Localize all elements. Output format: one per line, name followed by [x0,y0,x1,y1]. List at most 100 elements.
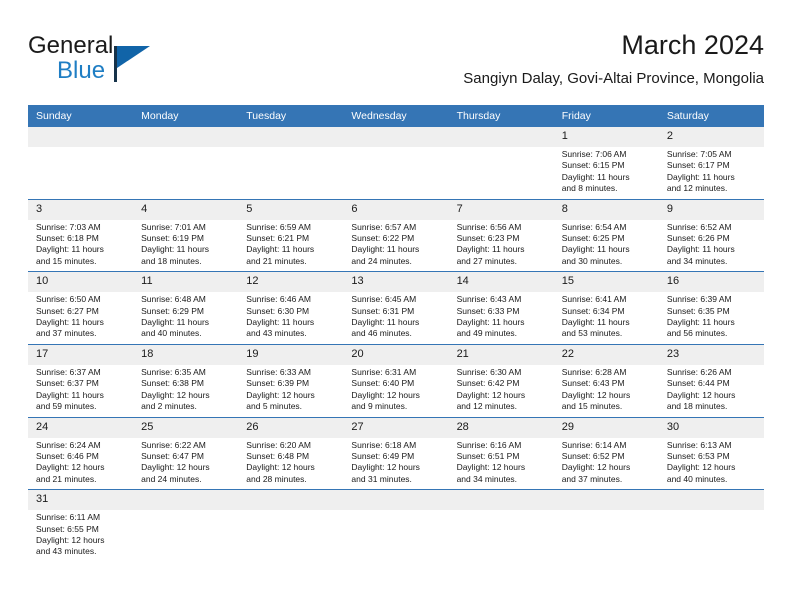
day-number: 6 [343,199,449,220]
sunset-text: Sunset: 6:30 PM [246,305,310,316]
day-details: Sunrise: 7:03 AM Sunset: 6:18 PM Daylight:… [28,220,133,272]
daylight-text-line2: and 31 minutes. [351,473,412,484]
daylight-text-line1: Daylight: 11 hours [456,244,525,255]
calendar-day-cell[interactable]: 11 Sunrise: 6:48 AM Sunset: 6:29 PM Dayligh… [133,271,239,345]
sunrise-text: Sunrise: 7:01 AM [141,221,206,232]
day-number: 22 [553,344,659,365]
calendar-day-cell-empty [28,127,134,199]
day-details: Sunrise: 6:59 AM Sunset: 6:21 PM Daylight:… [238,220,343,272]
sunrise-text: Sunrise: 6:41 AM [561,294,627,305]
calendar-day-cell[interactable]: 26 Sunrise: 6:20 AM Sunset: 6:48 PM Dayligh… [238,416,344,490]
day-number [133,127,239,147]
sunrise-text: Sunrise: 6:46 AM [246,294,312,305]
sunset-text: Sunset: 6:43 PM [561,378,625,389]
calendar-day-cell[interactable]: 22 Sunrise: 6:28 AM Sunset: 6:43 PM Dayligh… [553,343,659,417]
calendar-day-cell[interactable]: 10 Sunrise: 6:50 AM Sunset: 6:27 PM Dayligh… [28,271,134,345]
day-number: 28 [448,417,554,438]
calendar-day-cell-empty [343,489,449,562]
calendar-day-cell[interactable]: 4 Sunrise: 7:01 AM Sunset: 6:19 PM Daylight… [133,198,239,272]
day-details: Sunrise: 6:52 AM Sunset: 6:26 PM Daylight:… [659,220,764,272]
calendar-day-cell[interactable]: 28 Sunrise: 6:16 AM Sunset: 6:51 PM Dayligh… [448,416,554,490]
daylight-text-line2: and 18 minutes. [141,255,202,266]
daylight-text-line2: and 21 minutes. [36,473,97,484]
general-blue-logo[interactable]: General Blue [28,32,248,94]
day-number [238,490,344,511]
day-details: Sunrise: 6:41 AM Sunset: 6:34 PM Daylight:… [554,292,659,344]
daylight-text-line1: Daylight: 12 hours [666,389,736,400]
sunrise-sunset-calendar: Sunday Monday Tuesday Wednesday Thursday… [28,105,764,562]
weekday-header-monday: Monday [133,105,239,127]
daylight-text-line1: Daylight: 12 hours [666,462,736,473]
calendar-day-cell[interactable]: 1 Sunrise: 7:06 AM Sunset: 6:15 PM Daylight… [553,127,659,199]
sunrise-text: Sunrise: 6:50 AM [36,294,101,305]
daylight-text-line2: and 46 minutes. [351,328,412,339]
calendar-day-cell-empty [658,489,764,562]
day-details: Sunrise: 6:54 AM Sunset: 6:25 PM Daylight:… [554,220,659,272]
daylight-text-line1: Daylight: 12 hours [246,462,315,473]
sunrise-text: Sunrise: 6:35 AM [141,366,206,377]
daylight-text-line2: and 12 minutes. [666,183,728,194]
sunset-text: Sunset: 6:48 PM [246,450,310,461]
calendar-day-cell[interactable]: 5 Sunrise: 6:59 AM Sunset: 6:21 PM Daylight… [238,198,344,272]
calendar-day-cell[interactable]: 27 Sunrise: 6:18 AM Sunset: 6:49 PM Dayligh… [343,416,449,490]
daylight-text-line1: Daylight: 12 hours [561,389,631,400]
calendar-body: 1 Sunrise: 7:06 AM Sunset: 6:15 PM Daylight… [28,127,764,562]
daylight-text-line2: and 8 minutes. [561,183,618,194]
day-number: 23 [658,344,764,365]
daylight-text-line1: Daylight: 11 hours [561,171,630,182]
calendar-day-cell[interactable]: 12 Sunrise: 6:46 AM Sunset: 6:30 PM Dayligh… [238,271,344,345]
weekday-header-tuesday: Tuesday [238,105,344,127]
calendar-day-cell[interactable]: 9 Sunrise: 6:52 AM Sunset: 6:26 PM Daylight… [658,198,764,272]
sunrise-text: Sunrise: 6:39 AM [666,294,732,305]
calendar-day-cell[interactable]: 13 Sunrise: 6:45 AM Sunset: 6:31 PM Dayligh… [343,271,449,345]
daylight-text-line1: Daylight: 11 hours [36,389,104,400]
calendar-day-cell[interactable]: 23 Sunrise: 6:26 AM Sunset: 6:44 PM Dayligh… [658,343,764,417]
sunrise-text: Sunrise: 6:33 AM [246,366,312,377]
day-number: 29 [553,417,659,438]
day-number: 11 [133,272,239,293]
daylight-text-line2: and 12 minutes. [456,401,518,412]
calendar-day-cell[interactable]: 6 Sunrise: 6:57 AM Sunset: 6:22 PM Daylight… [343,198,449,272]
calendar-day-cell[interactable]: 31 Sunrise: 6:11 AM Sunset: 6:55 PM Dayligh… [28,489,134,562]
day-number [28,127,134,147]
day-number: 2 [658,127,764,147]
day-number: 27 [343,417,449,438]
daylight-text-line1: Daylight: 12 hours [246,389,315,400]
calendar-day-cell[interactable]: 15 Sunrise: 6:41 AM Sunset: 6:34 PM Dayligh… [553,271,659,345]
day-number [658,490,764,511]
daylight-text-line2: and 56 minutes. [666,328,728,339]
calendar-day-cell[interactable]: 14 Sunrise: 6:43 AM Sunset: 6:33 PM Dayligh… [448,271,554,345]
day-number: 18 [133,344,239,365]
calendar-day-cell[interactable]: 24 Sunrise: 6:24 AM Sunset: 6:46 PM Dayligh… [28,416,134,490]
sunrise-text: Sunrise: 6:14 AM [561,439,627,450]
calendar-day-cell[interactable]: 17 Sunrise: 6:37 AM Sunset: 6:37 PM Dayligh… [28,343,134,417]
calendar-day-cell[interactable]: 21 Sunrise: 6:30 AM Sunset: 6:42 PM Dayligh… [448,343,554,417]
day-number [448,490,554,511]
calendar-day-cell[interactable]: 3 Sunrise: 7:03 AM Sunset: 6:18 PM Daylight… [28,198,134,272]
sunset-text: Sunset: 6:44 PM [666,378,730,389]
day-number: 30 [658,417,764,438]
calendar-day-cell[interactable]: 18 Sunrise: 6:35 AM Sunset: 6:38 PM Dayligh… [133,343,239,417]
calendar-day-cell[interactable]: 7 Sunrise: 6:56 AM Sunset: 6:23 PM Daylight… [448,198,554,272]
sunrise-text: Sunrise: 6:13 AM [666,439,732,450]
calendar-day-cell-empty [448,489,554,562]
sunrise-text: Sunrise: 6:56 AM [456,221,522,232]
calendar-day-cell[interactable]: 16 Sunrise: 6:39 AM Sunset: 6:35 PM Dayligh… [658,271,764,345]
calendar-day-cell[interactable]: 29 Sunrise: 6:14 AM Sunset: 6:52 PM Dayligh… [553,416,659,490]
calendar-day-cell[interactable]: 25 Sunrise: 6:22 AM Sunset: 6:47 PM Dayligh… [133,416,239,490]
sunset-text: Sunset: 6:35 PM [666,305,730,316]
daylight-text-line2: and 15 minutes. [36,255,97,266]
calendar-day-cell[interactable]: 30 Sunrise: 6:13 AM Sunset: 6:53 PM Dayligh… [658,416,764,490]
sunset-text: Sunset: 6:18 PM [36,233,99,244]
day-number: 10 [28,272,134,293]
calendar-day-cell[interactable]: 2 Sunrise: 7:05 AM Sunset: 6:17 PM Daylight… [658,127,764,199]
daylight-text-line1: Daylight: 11 hours [561,244,630,255]
sunset-text: Sunset: 6:37 PM [36,378,99,389]
calendar-day-cell[interactable]: 20 Sunrise: 6:31 AM Sunset: 6:40 PM Dayligh… [343,343,449,417]
sunset-text: Sunset: 6:47 PM [141,450,204,461]
day-number [343,127,449,147]
calendar-day-cell[interactable]: 19 Sunrise: 6:33 AM Sunset: 6:39 PM Dayligh… [238,343,344,417]
day-details: Sunrise: 6:18 AM Sunset: 6:49 PM Daylight:… [343,438,448,490]
calendar-day-cell[interactable]: 8 Sunrise: 6:54 AM Sunset: 6:25 PM Daylight… [553,198,659,272]
day-number: 17 [28,344,134,365]
